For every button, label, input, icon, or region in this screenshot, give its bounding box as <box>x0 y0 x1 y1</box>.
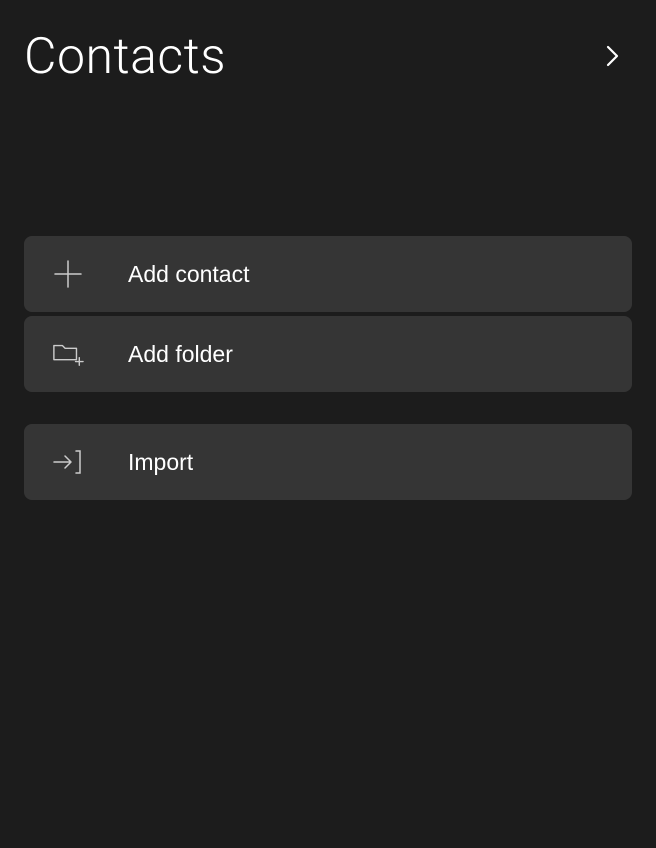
add-contact-button[interactable]: Add contact <box>24 236 632 312</box>
chevron-right-icon <box>606 45 620 70</box>
import-button[interactable]: Import <box>24 424 632 500</box>
action-group-add: Add contact Add folder <box>24 236 632 392</box>
import-icon <box>52 446 84 478</box>
header: Contacts <box>0 0 656 86</box>
add-folder-label: Add folder <box>128 341 233 368</box>
import-label: Import <box>128 449 193 476</box>
add-contact-label: Add contact <box>128 261 249 288</box>
actions-container: Add contact Add folder Import <box>0 86 656 500</box>
add-folder-button[interactable]: Add folder <box>24 316 632 392</box>
page-title: Contacts <box>24 28 226 86</box>
folder-plus-icon <box>52 338 84 370</box>
plus-icon <box>52 258 84 290</box>
expand-button[interactable] <box>598 37 628 78</box>
action-group-import: Import <box>24 424 632 500</box>
